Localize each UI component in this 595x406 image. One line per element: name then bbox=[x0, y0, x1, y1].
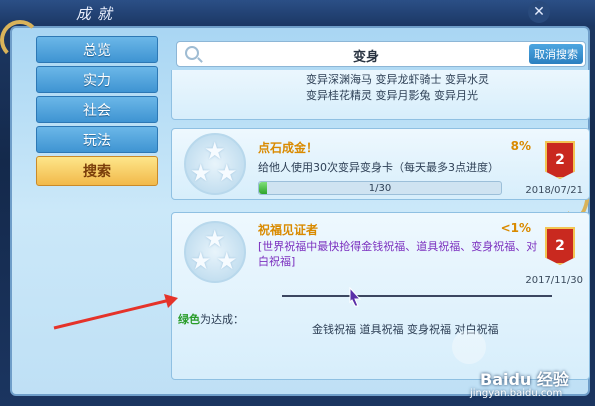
search-icon bbox=[185, 46, 199, 60]
star-icon: ★ bbox=[216, 247, 238, 275]
star-icon: ★ bbox=[190, 247, 212, 275]
achievement-badge-icon: ★ ★ ★ bbox=[184, 133, 246, 195]
nav-item-social[interactable]: 社会 bbox=[36, 96, 158, 123]
achievement-card[interactable]: ★ ★ ★ 祝福见证者 <1% [世界祝福中最快抢得金钱祝福、道具祝福、变身祝福… bbox=[171, 212, 590, 380]
divider bbox=[282, 295, 552, 297]
close-icon[interactable]: ✕ bbox=[528, 1, 550, 23]
baidu-paw-icon bbox=[452, 330, 486, 364]
rank-flag-icon: 2 bbox=[545, 141, 575, 179]
achievement-title: 祝福见证者 bbox=[258, 223, 319, 237]
achievement-date: 2017/11/30 bbox=[525, 275, 583, 286]
achievement-card[interactable]: 变异深渊海马 变异龙虾骑士 变异水灵 变异桂花精灵 变异月影兔 变异月光 bbox=[171, 70, 590, 120]
search-input[interactable]: 变身 bbox=[353, 46, 379, 65]
achievement-desc: 给他人使用30次变异变身卡（每天最多3点进度） bbox=[258, 161, 499, 174]
nav-item-gameplay[interactable]: 玩法 bbox=[36, 126, 158, 153]
progress-bar: 1/30 bbox=[258, 181, 502, 195]
annotation-arrow-icon bbox=[53, 294, 178, 330]
achievement-percent: 8% bbox=[510, 139, 531, 153]
achievement-text: 变异深渊海马 变异龙虾骑士 变异水灵 bbox=[306, 73, 489, 86]
star-icon: ★ bbox=[216, 159, 238, 187]
mouse-cursor-icon bbox=[349, 287, 361, 307]
watermark: Baidu 经验 jingyan.baidu.com bbox=[470, 362, 590, 402]
achievement-title: 点石成金！ bbox=[258, 141, 319, 155]
progress-label: 1/30 bbox=[368, 182, 392, 194]
watermark-url: jingyan.baidu.com bbox=[470, 388, 563, 399]
achievement-percent: <1% bbox=[500, 221, 531, 235]
watermark-logo: Baidu 经验 bbox=[480, 370, 569, 389]
star-icon: ★ bbox=[190, 159, 212, 187]
achievement-date: 2018/07/21 bbox=[525, 185, 583, 196]
window-title: 成就 bbox=[76, 5, 119, 23]
achievement-card[interactable]: ★ ★ ★ 点石成金！ 8% 给他人使用30次变异变身卡（每天最多3点进度） 1… bbox=[171, 128, 590, 200]
nav-item-overview[interactable]: 总览 bbox=[36, 36, 158, 63]
gold-ornament bbox=[0, 20, 40, 60]
condition-label: 绿色为达成： bbox=[178, 311, 244, 327]
condition-suffix: 为达成： bbox=[200, 313, 244, 326]
achievement-desc: [世界祝福中最快抢得金钱祝福、道具祝福、变身祝福、对白祝福] bbox=[258, 240, 538, 268]
achievement-list[interactable]: 变异深渊海马 变异龙虾骑士 变异水灵 变异桂花精灵 变异月影兔 变异月光 ★ ★… bbox=[171, 70, 590, 380]
nav-item-strength[interactable]: 实力 bbox=[36, 66, 158, 93]
sidebar-nav: 总览 实力 社会 玩法 搜索 bbox=[36, 36, 158, 189]
achievement-text: 变异桂花精灵 变异月影兔 变异月光 bbox=[306, 89, 478, 102]
title-bar: 成就 ✕ bbox=[0, 0, 595, 26]
rank-flag-icon: 2 bbox=[545, 227, 575, 265]
search-bar: 变身 取消搜索 bbox=[176, 41, 586, 67]
cancel-search-button[interactable]: 取消搜索 bbox=[529, 44, 583, 64]
achievement-window: 成就 ✕ 总览 实力 社会 玩法 搜索 变身 取消搜索 变异深渊海马 变异龙虾骑… bbox=[0, 0, 595, 406]
nav-item-search[interactable]: 搜索 bbox=[36, 156, 158, 186]
achievement-badge-icon: ★ ★ ★ bbox=[184, 221, 246, 283]
